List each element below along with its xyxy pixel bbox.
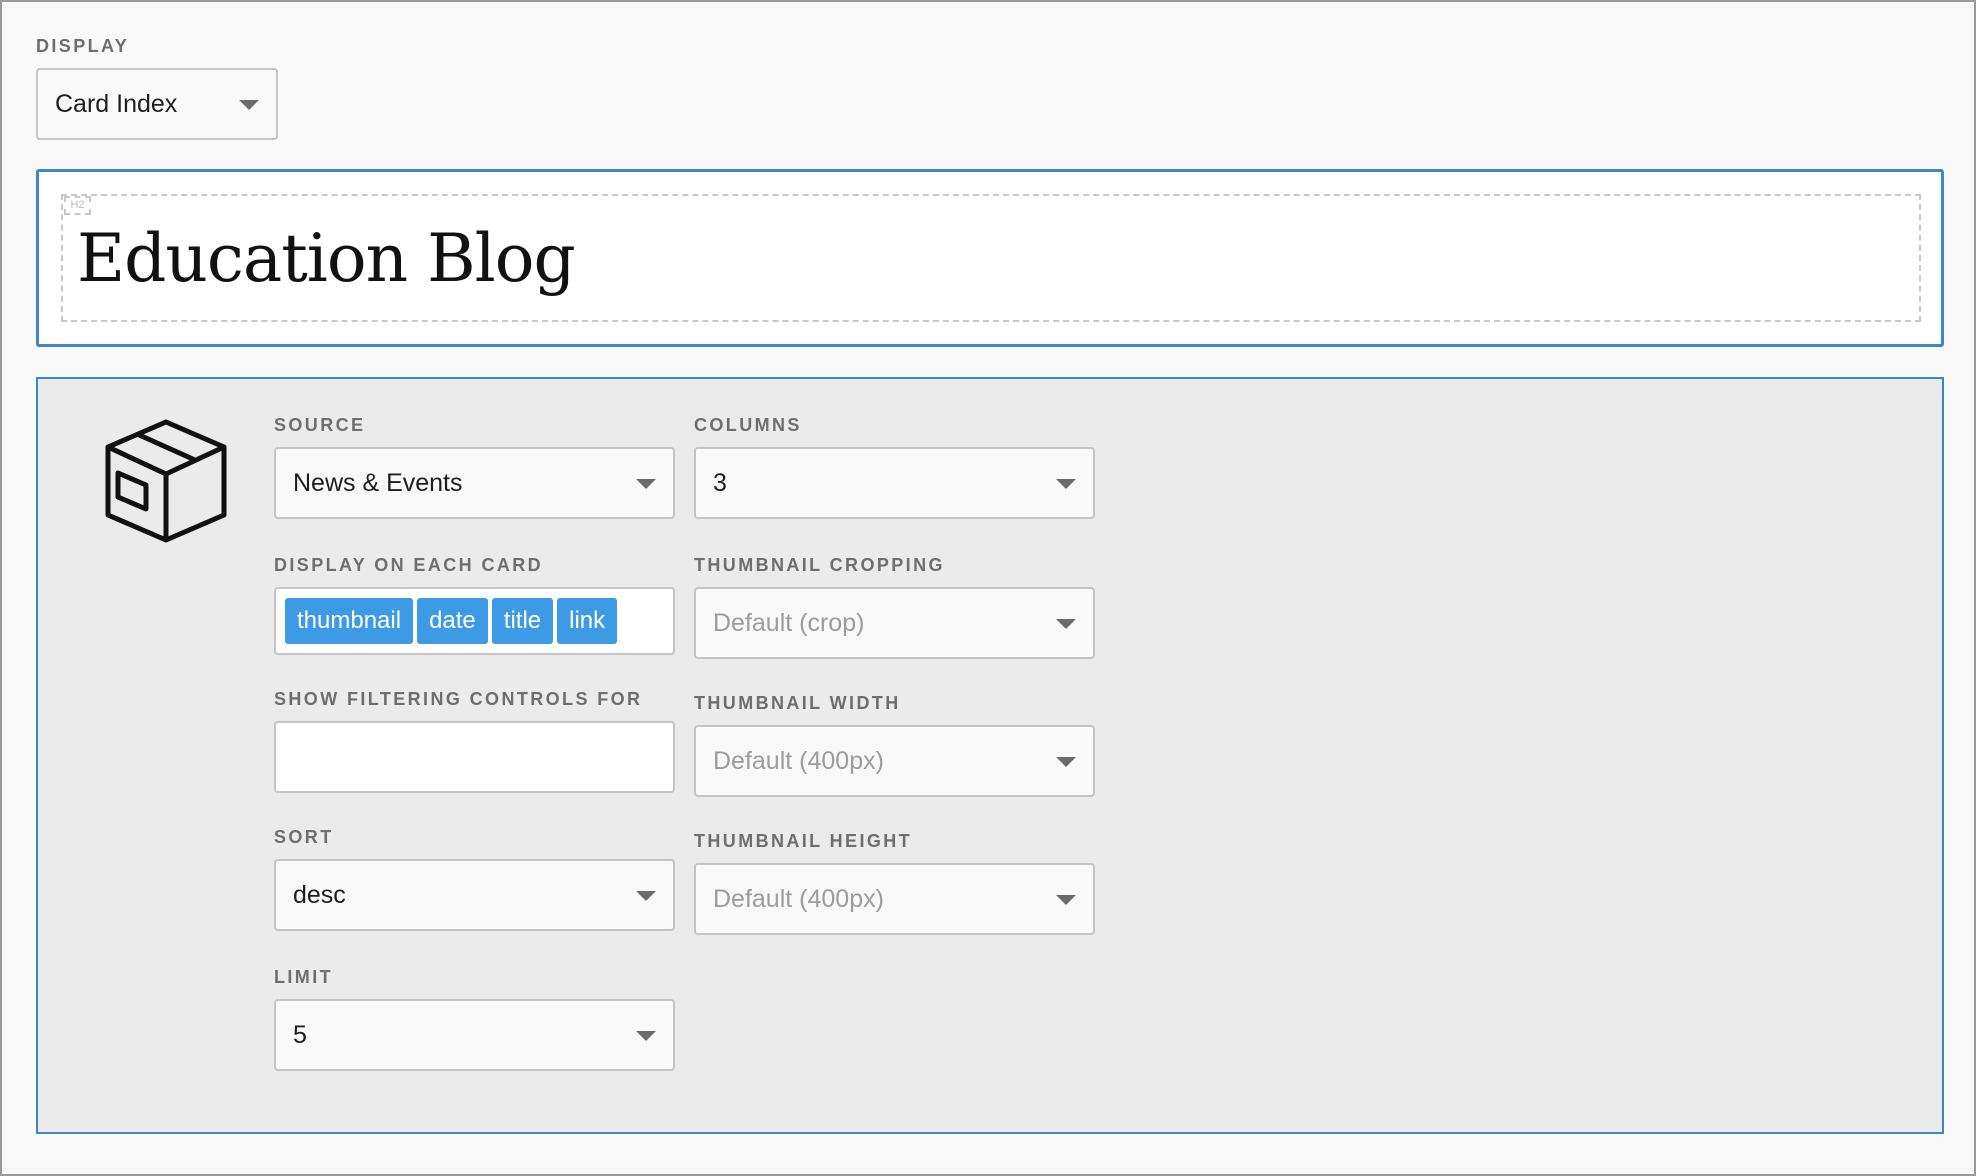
source-label: SOURCE [274,415,366,435]
tag-link[interactable]: link [557,598,618,644]
columns-label: COLUMNS [694,415,802,435]
box-icon [105,419,227,543]
limit-select-value: 5 [293,1020,307,1049]
filtering-input[interactable] [274,721,675,793]
chevron-down-icon [636,1031,656,1041]
sort-select[interactable]: desc [274,859,675,931]
thumbnail-width-label: THUMBNAIL WIDTH [694,693,901,713]
thumbnail-height-select[interactable]: Default (400px) [694,863,1095,935]
thumbnail-height-placeholder: Default (400px) [713,884,884,913]
tag-title[interactable]: title [491,598,554,644]
chevron-down-icon [636,891,656,901]
thumbnail-cropping-label: THUMBNAIL CROPPING [694,555,945,575]
chevron-down-icon [239,100,259,110]
filtering-label: SHOW FILTERING CONTROLS FOR [274,689,643,709]
chevron-down-icon [636,479,656,489]
columns-select-value: 3 [713,468,727,497]
heading-editable-area[interactable]: H2 Education Blog [61,194,1921,322]
card-index-settings-panel: SOURCE News & Events DISPLAY ON EACH CAR… [36,377,1944,1134]
tag-date[interactable]: date [417,598,488,644]
chevron-down-icon [1056,895,1076,905]
source-select[interactable]: News & Events [274,447,675,519]
thumbnail-height-label: THUMBNAIL HEIGHT [694,831,913,851]
sort-label: SORT [274,827,334,847]
thumbnail-cropping-select[interactable]: Default (crop) [694,587,1095,659]
display-on-card-label: DISPLAY ON EACH CARD [274,555,544,575]
chevron-down-icon [1056,479,1076,489]
display-select-value: Card Index [55,89,178,118]
display-label: DISPLAY [36,36,130,56]
limit-select[interactable]: 5 [274,999,675,1071]
chevron-down-icon [1056,757,1076,767]
display-select[interactable]: Card Index [36,68,278,140]
thumbnail-cropping-placeholder: Default (crop) [713,608,865,637]
thumbnail-width-select[interactable]: Default (400px) [694,725,1095,797]
chevron-down-icon [1056,619,1076,629]
heading-level-tag: H2 [64,196,91,215]
tag-thumbnail[interactable]: thumbnail [285,598,414,644]
thumbnail-width-placeholder: Default (400px) [713,746,884,775]
page-title[interactable]: Education Blog [77,220,576,297]
editor-frame: DISPLAY Card Index H2 Education Blog SOU… [0,0,1976,1176]
source-select-value: News & Events [293,468,463,497]
limit-label: LIMIT [274,967,333,987]
columns-select[interactable]: 3 [694,447,1095,519]
sort-select-value: desc [293,880,346,909]
display-on-card-field[interactable]: thumbnail date title link [274,587,675,655]
title-block[interactable]: H2 Education Blog [36,169,1944,347]
